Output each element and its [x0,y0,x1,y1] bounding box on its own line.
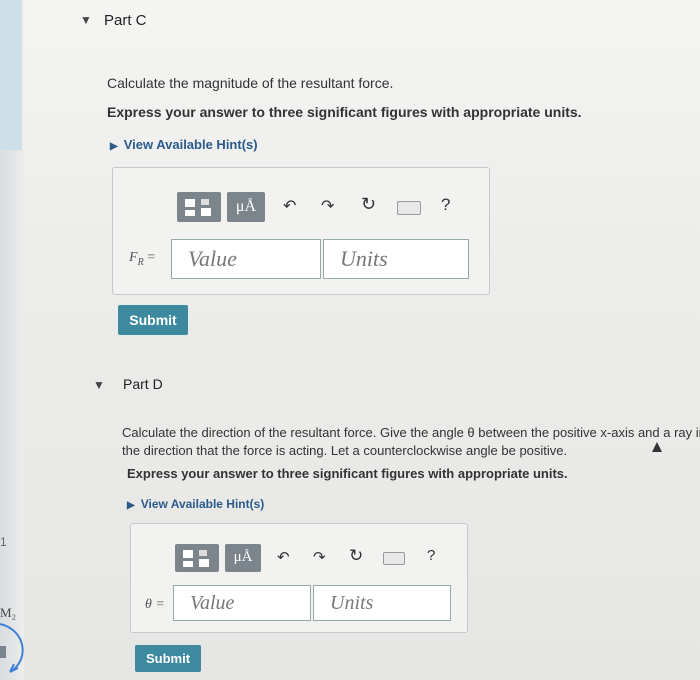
units-input[interactable]: Units [323,239,469,279]
hint-label: View Available Hint(s) [123,137,258,152]
collapse-caret-icon[interactable]: ▼ [80,13,92,27]
part-c-submit-button[interactable]: Submit [118,305,188,335]
expand-triangle-icon: ▶ [127,500,135,511]
part-c-instruction: Express your answer to three significant… [107,104,582,120]
arc-arrow-icon [0,623,24,673]
templates-button[interactable] [177,192,221,222]
left-highlight [0,0,22,150]
redo-icon[interactable]: ↷ [321,196,334,216]
value-input[interactable]: Value [171,239,321,279]
expand-triangle-icon: ▶ [110,141,118,152]
part-d-submit-button[interactable]: Submit [135,645,201,672]
collapse-caret-icon[interactable]: ▼ [93,378,105,392]
help-button[interactable]: ? [441,195,450,215]
part-d-hint-link[interactable]: ▶ View Available Hint(s) [127,497,264,511]
template-icon [185,199,195,207]
mouse-cursor-icon [652,442,662,452]
help-button[interactable]: ? [427,547,435,564]
part-c-title: Part C [104,12,147,29]
units-symbol-icon: μÅ [233,549,253,565]
part-c-hint-link[interactable]: ▶ View Available Hint(s) [110,137,258,152]
template-icon [183,550,193,558]
fr-label: FR = [129,250,156,268]
part-d-answer-panel: μÅ ↶ ↷ ↻ ? θ = Value Units [130,523,468,633]
keyboard-icon[interactable] [397,201,421,215]
undo-icon[interactable]: ↶ [283,196,296,216]
part-c-answer-panel: μÅ ↶ ↷ ↻ ? FR = Value Units [112,167,490,295]
value-input[interactable]: Value [173,585,311,621]
units-symbol-button[interactable]: μÅ [227,192,265,222]
theta-label: θ = [145,597,165,612]
keyboard-icon[interactable] [383,552,405,565]
reset-icon[interactable]: ↻ [361,194,376,215]
m2-label: M₂ [0,605,17,620]
undo-icon[interactable]: ↶ [277,548,290,566]
units-symbol-icon: μÅ [235,198,257,215]
reset-icon[interactable]: ↻ [349,546,363,566]
units-input[interactable]: Units [313,585,451,621]
part-c-question: Calculate the magnitude of the resultant… [107,75,394,91]
units-symbol-button[interactable]: μÅ [225,544,261,572]
part-d-question-line1: Calculate the direction of the resultant… [122,425,700,440]
part-d-question-line2: the direction that the force is acting. … [122,443,568,458]
redo-icon[interactable]: ↷ [313,548,326,566]
hint-label: View Available Hint(s) [140,497,265,511]
templates-button[interactable] [175,544,219,572]
part-d-title: Part D [123,376,163,392]
part-d-instruction: Express your answer to three significant… [127,466,568,481]
left-number: 1 [0,535,7,549]
